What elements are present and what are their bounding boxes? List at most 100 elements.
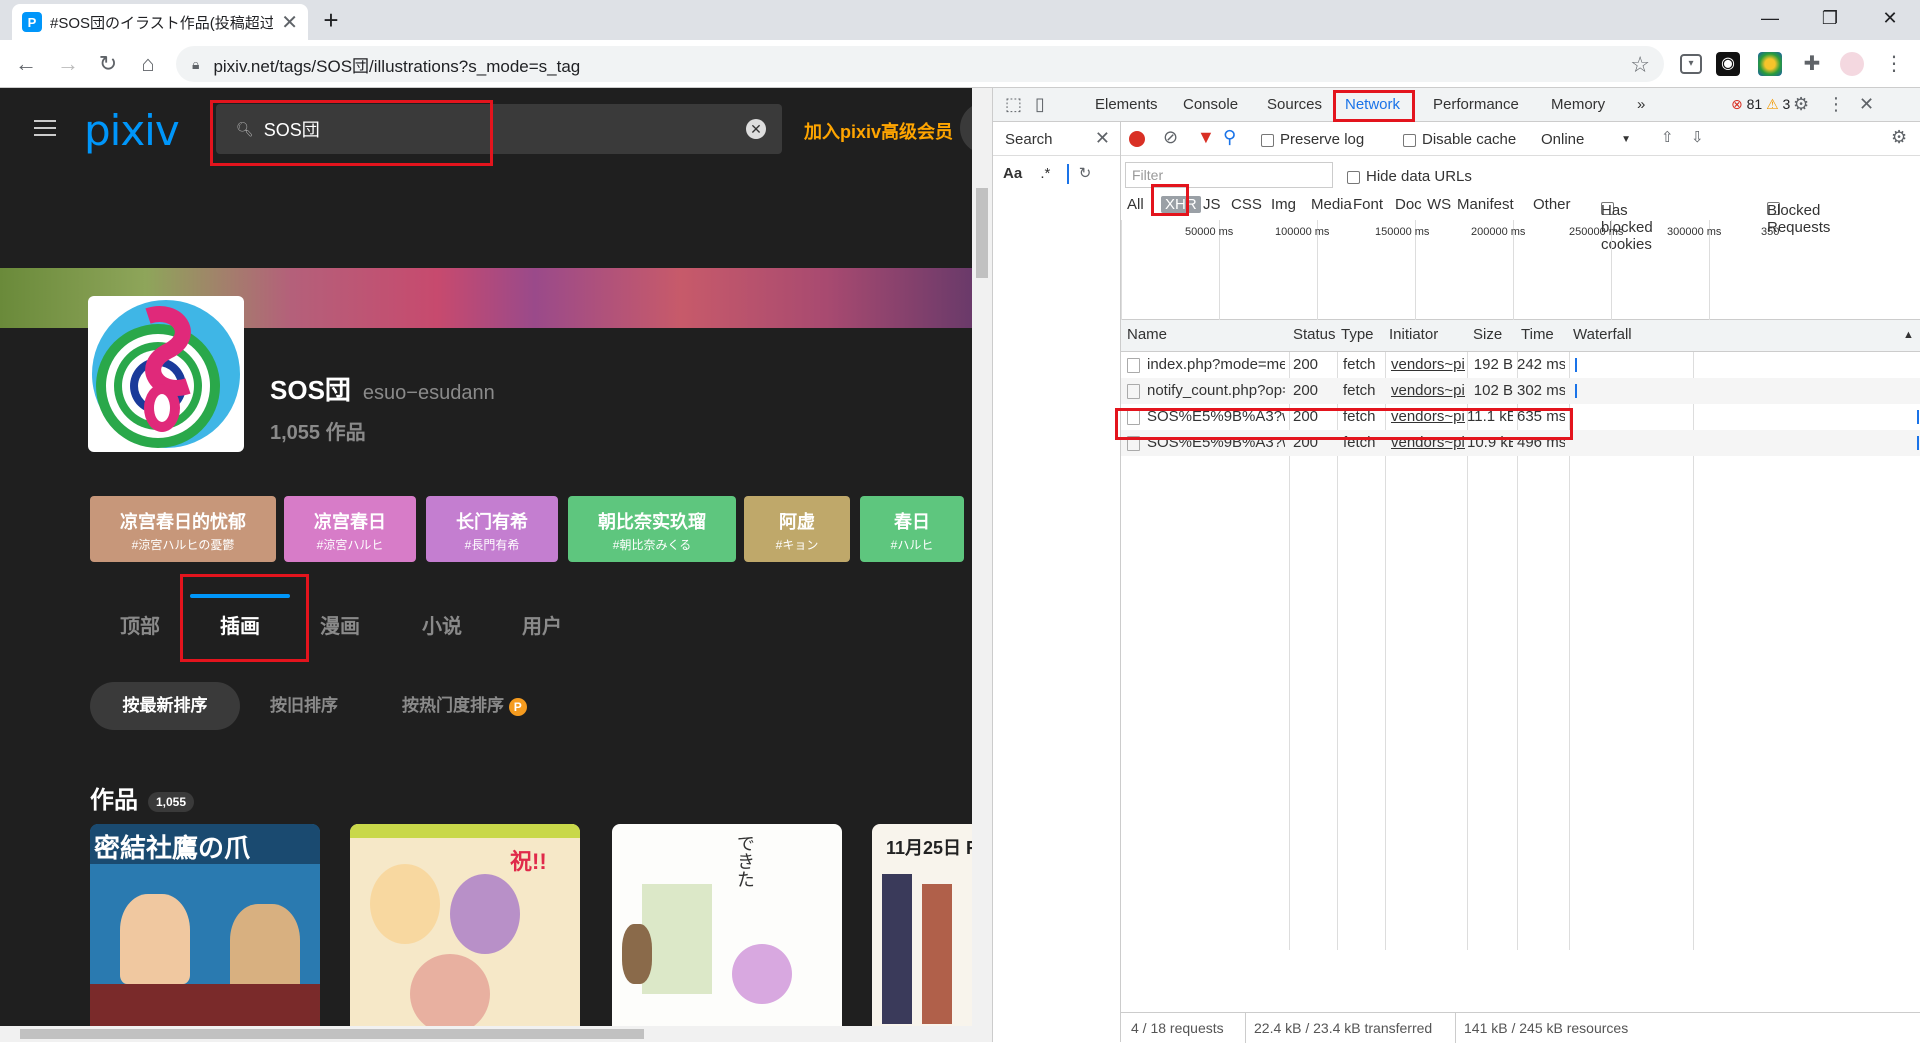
inspect-element-icon[interactable]: ⬚: [1005, 94, 1022, 115]
tab-top[interactable]: 顶部: [120, 610, 160, 639]
close-devtools-icon[interactable]: ✕: [1859, 94, 1874, 115]
devtools-tab-elements[interactable]: Elements: [1095, 96, 1158, 113]
pixiv-logo[interactable]: pixiv: [84, 106, 180, 155]
artwork-thumbnail[interactable]: 祝!!: [350, 824, 580, 1026]
puzzle-icon[interactable]: ✚: [1800, 52, 1824, 76]
import-har-icon[interactable]: ⇧: [1661, 128, 1674, 146]
profile-avatar[interactable]: [1840, 52, 1864, 76]
extension-icon[interactable]: ◉: [1716, 52, 1740, 76]
minimize-button[interactable]: —: [1740, 0, 1800, 36]
pixiv-favicon-icon: P: [22, 12, 42, 32]
tab-manga[interactable]: 漫画: [320, 610, 360, 639]
related-tag-chip[interactable]: 春日 #ハルヒ: [860, 496, 964, 562]
type-filter-ws[interactable]: WS: [1427, 196, 1451, 213]
search-icon[interactable]: ⚲: [1223, 127, 1236, 148]
type-filter-js[interactable]: JS: [1203, 196, 1221, 213]
tab-users[interactable]: 用户: [522, 610, 562, 639]
pixiv-page: pixiv 🔍︎ SOS団 ✕ 加入pixiv高级会员 SOS団 esuo−esu…: [0, 88, 972, 1026]
clear-search-icon[interactable]: ✕: [746, 119, 766, 139]
related-tag-chip[interactable]: 凉宫春日的忧郁 #涼宮ハルヒの憂鬱: [90, 496, 276, 562]
error-count[interactable]: ⊗ 81 ⚠ 3: [1731, 96, 1790, 113]
request-initiator-link[interactable]: vendors~pi…: [1391, 378, 1465, 404]
related-tag-chip[interactable]: 凉宫春日 #涼宮ハルヒ: [284, 496, 416, 562]
extension-globe-icon[interactable]: [1758, 52, 1782, 76]
search-drawer-label: Search: [1005, 131, 1053, 148]
address-bar[interactable]: 🔒︎ pixiv.net/tags/SOS団/illustrations?s_m…: [176, 46, 1664, 82]
page-horizontal-scrollbar[interactable]: [0, 1026, 992, 1042]
premium-link[interactable]: 加入pixiv高级会员: [804, 118, 953, 144]
reload-icon[interactable]: ↻: [94, 50, 122, 78]
page-vertical-scrollbar[interactable]: [972, 88, 992, 1026]
regex-icon[interactable]: .*: [1040, 165, 1050, 182]
devtools-menu-icon[interactable]: ⋮: [1827, 94, 1845, 115]
tab-novels[interactable]: 小说: [422, 610, 462, 639]
sort-oldest-button[interactable]: 按旧排序: [270, 682, 338, 730]
column-header-type[interactable]: Type: [1341, 320, 1374, 350]
column-header-status[interactable]: Status: [1293, 320, 1336, 350]
timeline-tick-label: 350: [1761, 226, 1780, 238]
refresh-search-icon[interactable]: ↻: [1079, 165, 1092, 182]
type-filter-doc[interactable]: Doc: [1395, 196, 1422, 213]
related-tag-chip[interactable]: 朝比奈实玖瑠 #朝比奈みくる: [568, 496, 736, 562]
works-count: 1,055: [148, 791, 195, 812]
column-header-time[interactable]: Time: [1521, 320, 1554, 350]
preserve-log-checkbox[interactable]: Preserve log: [1261, 131, 1364, 148]
devtools-tab-performance[interactable]: Performance: [1433, 96, 1519, 113]
close-window-button[interactable]: ✕: [1860, 0, 1920, 36]
devtools-tab-memory[interactable]: Memory: [1551, 96, 1605, 113]
throttle-select[interactable]: Online ▼: [1541, 131, 1631, 148]
request-initiator-link[interactable]: vendors~pi…: [1391, 352, 1465, 378]
timeline-tick-label: 200000 ms: [1471, 226, 1526, 238]
disable-cache-checkbox[interactable]: Disable cache: [1403, 131, 1516, 148]
clear-icon[interactable]: ⊘: [1163, 127, 1178, 148]
close-search-icon[interactable]: ✕: [1095, 128, 1110, 149]
avatar-edge[interactable]: [960, 102, 972, 154]
artwork-thumbnail[interactable]: できた: [612, 824, 842, 1026]
type-filter-other[interactable]: Other: [1533, 196, 1571, 213]
column-header-waterfall[interactable]: Waterfall: [1573, 320, 1632, 350]
maximize-button[interactable]: ❐: [1800, 0, 1860, 36]
forward-arrow-icon[interactable]: →: [54, 50, 82, 78]
type-filter-manifest[interactable]: Manifest: [1457, 196, 1514, 213]
home-icon[interactable]: ⌂: [134, 50, 162, 78]
type-filter-media[interactable]: Media: [1311, 196, 1352, 213]
menu-kebab-icon[interactable]: ⋮: [1882, 52, 1906, 76]
sort-popular-button[interactable]: 按热门度排序 P: [402, 682, 527, 730]
export-har-icon[interactable]: ⇩: [1691, 128, 1704, 146]
record-icon[interactable]: [1129, 131, 1145, 147]
related-tag-chip[interactable]: 阿虚 #キョン: [744, 496, 850, 562]
pocket-icon[interactable]: ▾: [1680, 54, 1702, 74]
devtools-tab-console[interactable]: Console: [1183, 96, 1238, 113]
artwork-thumbnail[interactable]: 密結社鷹の爪: [90, 824, 320, 1026]
table-row[interactable]: notify_count.php?op=c… 200 fetch vendors~pi…: [1121, 378, 1920, 404]
tab-close-icon[interactable]: ✕: [281, 10, 298, 35]
column-header-initiator[interactable]: Initiator: [1389, 320, 1438, 350]
match-case-icon[interactable]: Aa: [1003, 165, 1022, 182]
table-row[interactable]: index.php?mode=mess… 200 fetch vendors~pi… 1…: [1121, 352, 1920, 378]
browser-tab[interactable]: P #SOS団のイラスト作品(投稿超过 ✕: [12, 4, 308, 40]
hide-data-urls-checkbox[interactable]: Hide data URLs: [1347, 168, 1472, 185]
network-settings-icon[interactable]: ⚙: [1891, 127, 1907, 148]
settings-gear-icon[interactable]: ⚙: [1793, 94, 1809, 115]
type-filter-css[interactable]: CSS: [1231, 196, 1262, 213]
devtools-tab-sources[interactable]: Sources: [1267, 96, 1322, 113]
search-drawer: Search ✕ Aa .* ↻: [993, 122, 1121, 1042]
type-filter-font[interactable]: Font: [1353, 196, 1383, 213]
device-toolbar-icon[interactable]: ▯: [1035, 94, 1045, 115]
timeline-tick-label: 300000 ms: [1667, 226, 1722, 238]
type-filter-img[interactable]: Img: [1271, 196, 1296, 213]
devtools-more-tabs-icon[interactable]: »: [1637, 96, 1645, 113]
back-arrow-icon[interactable]: ←: [12, 50, 40, 78]
column-header-size[interactable]: Size: [1473, 320, 1502, 350]
hamburger-menu-icon[interactable]: [34, 120, 56, 136]
new-tab-button[interactable]: +: [316, 6, 346, 36]
type-filter-all[interactable]: All: [1127, 196, 1144, 213]
filter-funnel-icon[interactable]: ▼: [1197, 127, 1215, 148]
related-tag-chip[interactable]: 长门有希 #長門有希: [426, 496, 558, 562]
sort-newest-button[interactable]: 按最新排序: [90, 682, 240, 730]
timeline-gridline: [1121, 220, 1122, 320]
artwork-thumbnail[interactable]: 11月25日 REL: [872, 824, 972, 1026]
column-header-name[interactable]: Name: [1127, 320, 1167, 350]
bookmark-star-icon[interactable]: ☆: [1630, 52, 1650, 78]
sort-ascending-icon[interactable]: ▲: [1903, 320, 1914, 350]
